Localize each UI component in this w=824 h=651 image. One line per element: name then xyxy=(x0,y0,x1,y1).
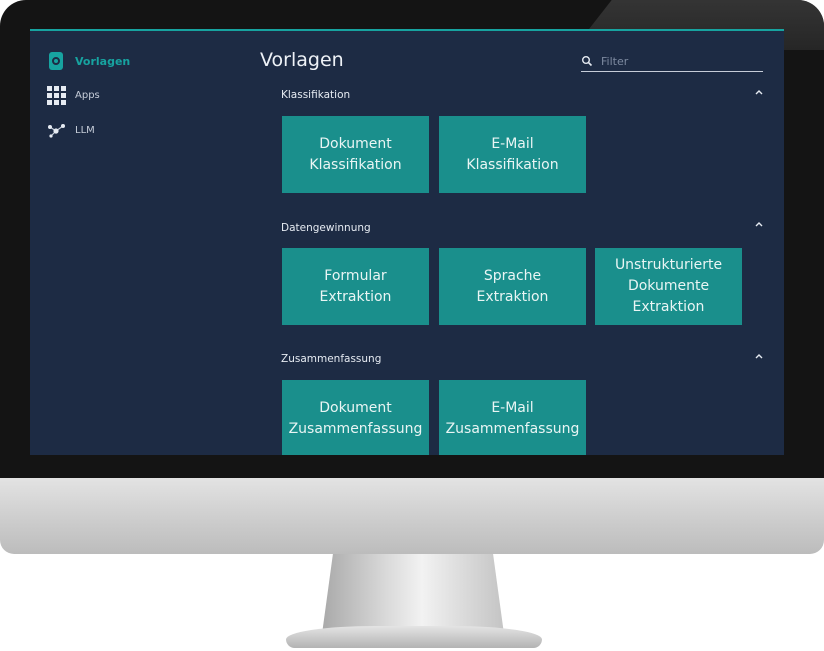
tile-email-zusammenfassung[interactable]: E-Mail Zusammenfassung xyxy=(439,380,586,455)
chevron-up-icon xyxy=(755,222,763,227)
filter-input[interactable] xyxy=(601,54,751,68)
monitor-stand-base xyxy=(286,626,542,648)
chevron-up-icon xyxy=(755,354,763,359)
template-icon xyxy=(46,51,66,71)
llm-network-icon xyxy=(46,120,66,140)
section-title-zusammenfassung: Zusammenfassung xyxy=(281,353,382,365)
sidebar-item-label: Apps xyxy=(75,89,100,101)
tile-unstrukturierte-dokumente-extraktion[interactable]: Unstrukturierte Dokumente Extraktion xyxy=(595,248,742,325)
monitor-bezel: Vorlagen Apps LLM Vorlagen Filter Klassi… xyxy=(0,0,824,478)
monitor-stand-neck xyxy=(322,554,504,634)
collapse-klassifikation-button[interactable] xyxy=(752,85,766,99)
sidebar-item-vorlagen[interactable]: Vorlagen xyxy=(46,51,130,71)
filter-field[interactable] xyxy=(581,51,763,72)
sidebar-item-label: LLM xyxy=(75,124,95,136)
search-icon xyxy=(582,56,593,67)
sidebar-item-llm[interactable]: LLM xyxy=(46,120,95,140)
tile-email-klassifikation[interactable]: E-Mail Klassifikation xyxy=(439,116,586,193)
tile-dokument-zusammenfassung[interactable]: Dokument Zusammenfassung xyxy=(282,380,429,455)
page-title: Vorlagen xyxy=(260,49,344,71)
tile-formular-extraktion[interactable]: Formular Extraktion xyxy=(282,248,429,325)
app-screen: Vorlagen Apps LLM Vorlagen Filter Klassi… xyxy=(30,29,784,455)
apps-grid-icon xyxy=(46,85,66,105)
tile-dokument-klassifikation[interactable]: Dokument Klassifikation xyxy=(282,116,429,193)
tile-sprache-extraktion[interactable]: Sprache Extraktion xyxy=(439,248,586,325)
monitor-chin xyxy=(0,478,824,554)
collapse-datengewinnung-button[interactable] xyxy=(752,217,766,231)
sidebar-item-apps[interactable]: Apps xyxy=(46,85,100,105)
sidebar-item-label: Vorlagen xyxy=(75,54,131,68)
section-title-datengewinnung: Datengewinnung xyxy=(281,222,371,234)
collapse-zusammenfassung-button[interactable] xyxy=(752,349,766,363)
sidebar: Vorlagen Apps LLM xyxy=(30,29,230,455)
chevron-up-icon xyxy=(755,90,763,95)
section-title-klassifikation: Klassifikation xyxy=(281,89,351,101)
